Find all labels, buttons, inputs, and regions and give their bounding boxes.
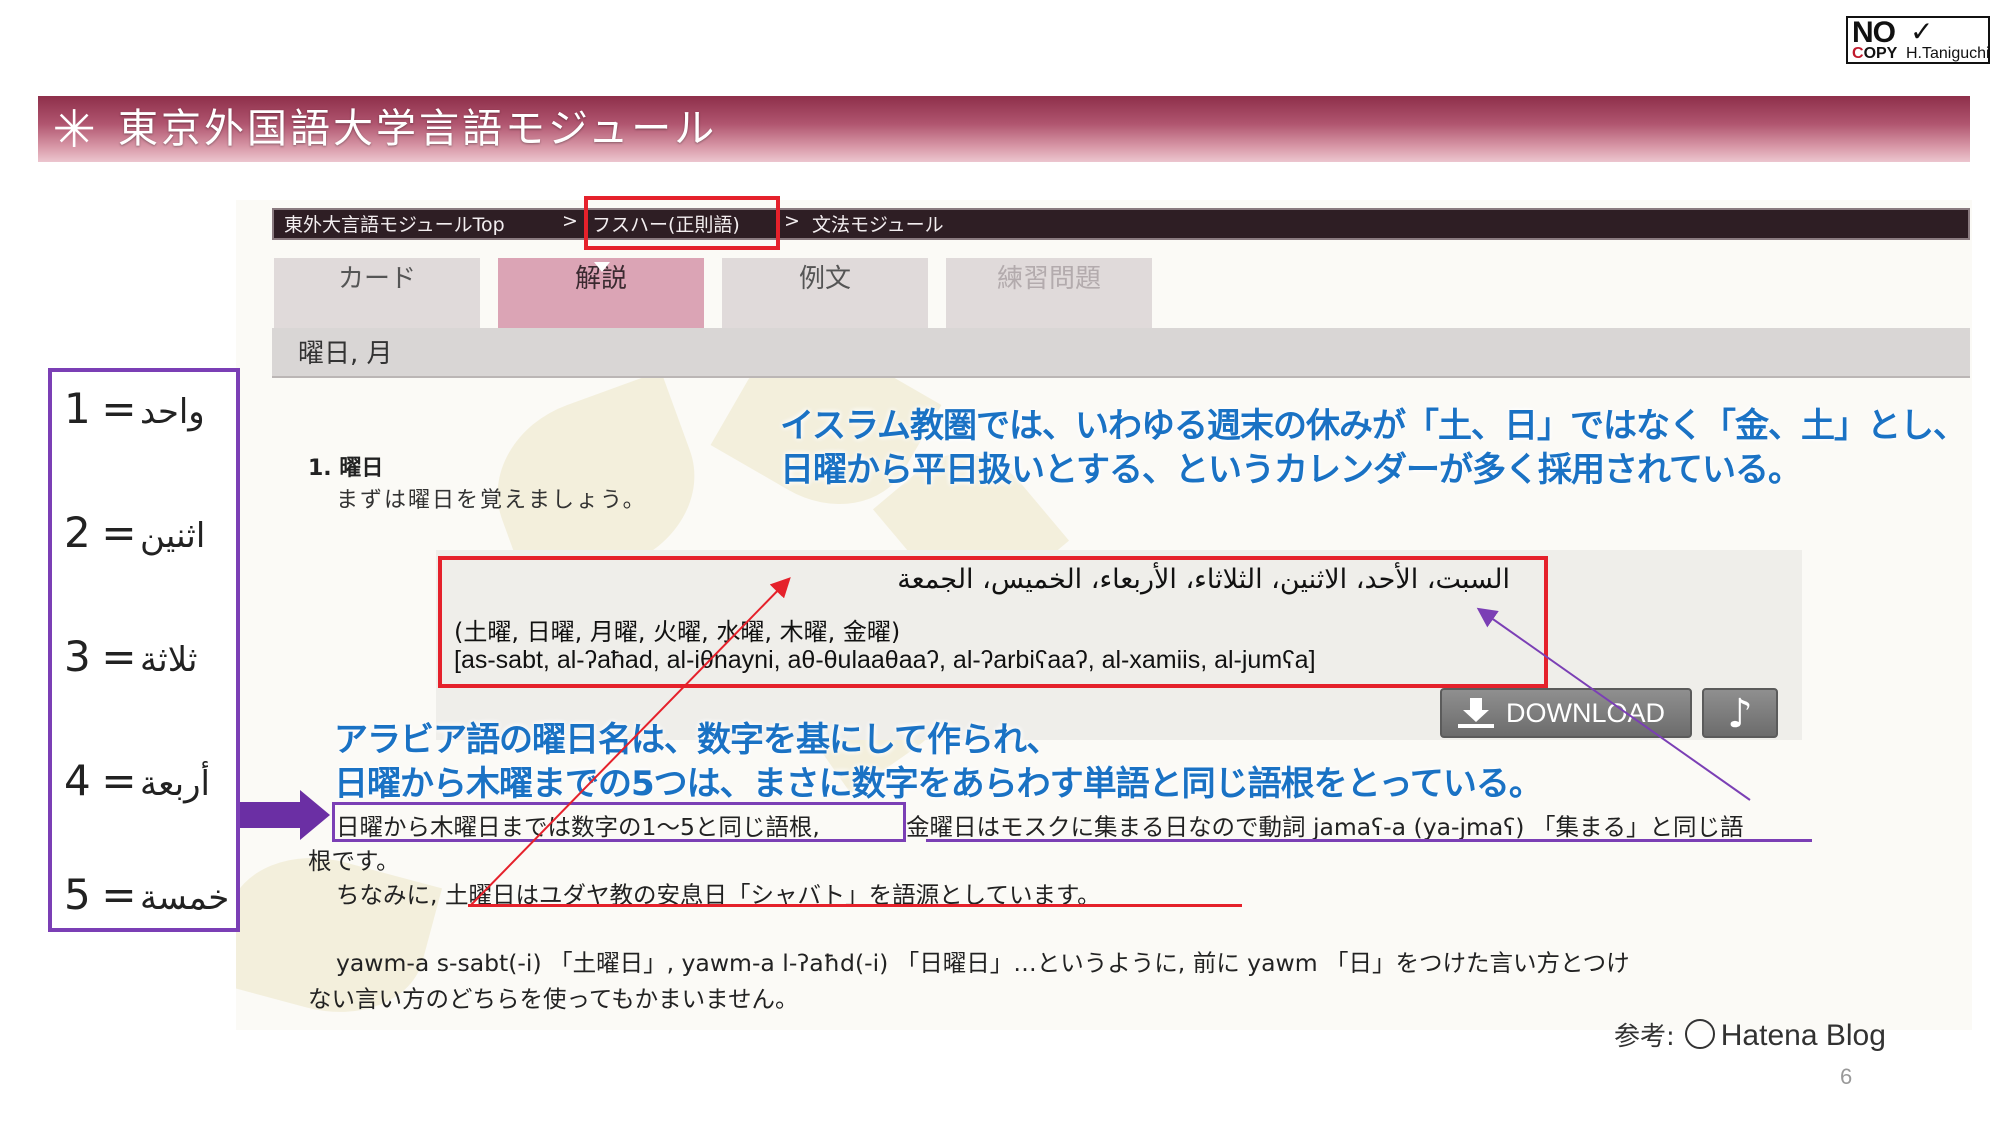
breadcrumb-separator: > xyxy=(562,210,578,232)
highlight-underline-friday xyxy=(926,839,1812,842)
site-banner: ✳ 東京外国語大学言語モジュール xyxy=(38,96,1970,162)
body-text-root-cont: 根です。 xyxy=(308,847,400,875)
download-icon xyxy=(1458,698,1494,728)
section-title: 1. 曜日 xyxy=(308,456,384,481)
active-tab-indicator xyxy=(594,262,610,272)
tab-exercises[interactable]: 練習問題 xyxy=(946,258,1152,328)
number-row: 2 = اثنين xyxy=(64,508,206,557)
islam-calendar-note-line2: 日曜から平日扱いとする、というカレンダーが多く採用されている。 xyxy=(780,450,1802,490)
tab-examples[interactable]: 例文 xyxy=(722,258,928,328)
number-row: 1 = واحد xyxy=(64,384,205,433)
site-title: 東京外国語大学言語モジュール xyxy=(118,106,718,152)
check-icon: ✓ xyxy=(1910,15,1934,48)
no-copy-logo: NO ✓ COPY H.Taniguchi xyxy=(1846,16,1990,64)
tab-card[interactable]: カード xyxy=(274,258,480,328)
pen-icon xyxy=(1684,1019,1715,1049)
highlight-box-root xyxy=(332,802,906,842)
reference-source: Hatena Blog xyxy=(1720,1019,1886,1052)
logo-copy-text: COPY xyxy=(1852,45,1898,62)
highlight-underline-saturday xyxy=(468,904,1242,907)
logo-author: H.Taniguchi xyxy=(1906,45,1990,62)
number-row: 5 = خمسة xyxy=(64,870,230,919)
arrow-shaft xyxy=(240,802,302,828)
logo-no-text: NO xyxy=(1852,16,1896,49)
page-number: 6 xyxy=(1840,1064,1853,1089)
number-row: 4 = أربعة xyxy=(64,756,210,805)
number-row: 3 = ثلاثة xyxy=(64,632,198,681)
body-text-yawm: yawm-a s-sabt(-i) 「土曜日」, yawm-a l-ʔaħd(-… xyxy=(336,949,1630,977)
breadcrumb-current: 文法モジュール xyxy=(812,214,944,236)
breadcrumb-link-top[interactable]: 東外大言語モジュールTop xyxy=(284,210,505,237)
body-text-yawm-cont: ない言い方のどちらを使ってもかまいません。 xyxy=(308,985,799,1013)
asterisk-logo-icon: ✳ xyxy=(52,100,96,160)
arrow-right-icon xyxy=(300,790,330,840)
arabic-roots-note-line2: 日曜から木曜までの5つは、まさに数字をあらわす単語と同じ語根をとっている。 xyxy=(334,764,1543,804)
reference-label: 参考: xyxy=(1614,1022,1675,1052)
breadcrumb: 東外大言語モジュールTop > フスハー(正則語) > 文法モジュール xyxy=(272,208,1970,240)
highlight-box-days xyxy=(438,556,1548,688)
highlight-box-breadcrumb xyxy=(584,196,780,250)
arabic-numbers-box: 1 = واحد 2 = اثنين 3 = ثلاثة 4 = أربعة 5 = خمسة xyxy=(48,368,240,932)
reference-credit: 参考: Hatena Blog xyxy=(1614,1016,1886,1053)
download-button[interactable]: DOWNLOAD xyxy=(1440,688,1692,738)
body-text-friday: 金曜日はモスクに集まる日なので動詞 jamaʕ-a (ya-jmaʕ) 「集まる… xyxy=(906,813,1744,841)
islam-calendar-note-line1: イスラム教圏では、いわゆる週末の休みが「土、日」ではなく「金、土」とし、 xyxy=(780,406,1967,446)
music-note-icon: ♪ xyxy=(1727,691,1753,737)
section-intro: まずは曜日を覚えましょう。 xyxy=(336,488,647,513)
download-label: DOWNLOAD xyxy=(1506,698,1666,728)
breadcrumb-separator: > xyxy=(784,210,800,232)
audio-button[interactable]: ♪ xyxy=(1702,688,1778,738)
topic-header: 曜日, 月 xyxy=(272,328,1970,378)
arabic-roots-note-line1: アラビア語の曜日名は、数字を基にして作られ、 xyxy=(334,720,1060,760)
